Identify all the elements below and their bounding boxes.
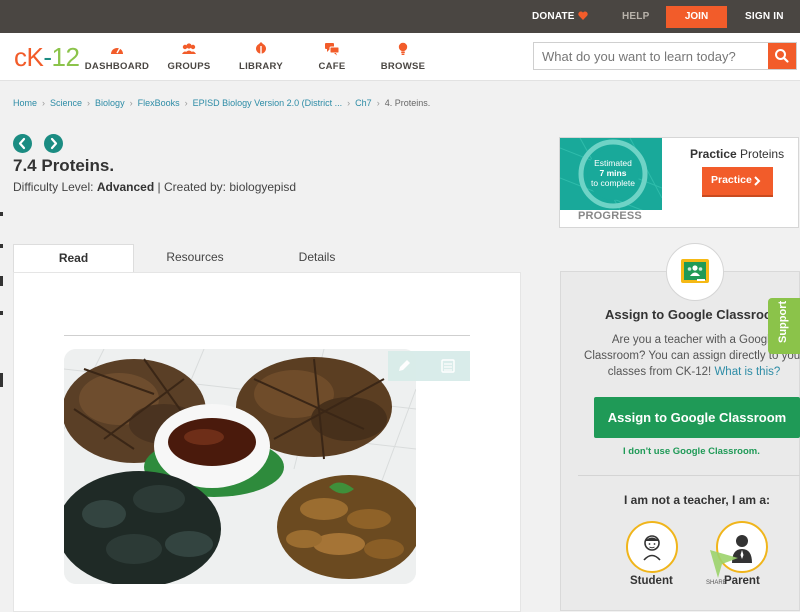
progress-panel: Estimated 7 mins to complete bbox=[560, 138, 662, 210]
tab-resources[interactable]: Resources bbox=[135, 244, 255, 272]
notes-icon[interactable] bbox=[440, 358, 456, 374]
edge-mark bbox=[0, 212, 3, 216]
search-button[interactable] bbox=[768, 43, 796, 69]
practice-title-prefix: Practice bbox=[690, 147, 737, 161]
breadcrumb-flexbooks[interactable]: FlexBooks bbox=[138, 98, 180, 108]
edge-mark bbox=[0, 311, 3, 315]
nav-groups-label: GROUPS bbox=[167, 61, 211, 72]
nav-browse[interactable]: BROWSE bbox=[363, 42, 443, 72]
google-classroom-icon bbox=[681, 259, 709, 283]
nav-browse-label: BROWSE bbox=[380, 61, 426, 72]
ck12-logo[interactable]: cK-12 bbox=[14, 42, 80, 72]
edge-mark bbox=[0, 373, 3, 387]
previous-button[interactable] bbox=[13, 134, 32, 153]
chevron-right-icon bbox=[754, 176, 761, 186]
sign-in-link[interactable]: SIGN IN bbox=[745, 0, 784, 33]
progress-label: PROGRESS bbox=[578, 210, 642, 222]
nav-dashboard-label: DASHBOARD bbox=[84, 61, 150, 72]
nav-library-label: LIBRARY bbox=[239, 61, 283, 72]
student-icon bbox=[643, 535, 661, 561]
assign-line-2: Classroom? You can assign directly to yo… bbox=[584, 350, 800, 362]
assign-line-3: classes from CK-12! bbox=[607, 366, 712, 378]
library-icon bbox=[256, 42, 266, 54]
groups-icon bbox=[182, 43, 196, 54]
assign-title: Assign to Google Classroom bbox=[605, 307, 784, 322]
help-link[interactable]: HELP bbox=[622, 0, 649, 33]
estimated-label: Estimated bbox=[594, 158, 632, 168]
chevron-right-icon: › bbox=[184, 98, 188, 108]
nav-groups[interactable]: GROUPS bbox=[149, 42, 229, 72]
support-tab[interactable]: Support bbox=[768, 298, 800, 354]
practice-title-topic: Proteins bbox=[740, 147, 785, 161]
breadcrumb-home[interactable]: Home bbox=[13, 98, 37, 108]
cafe-icon bbox=[325, 43, 340, 56]
nav-cafe[interactable]: CAFE bbox=[292, 42, 372, 72]
next-button[interactable] bbox=[44, 134, 63, 153]
student-label: Student bbox=[630, 575, 673, 587]
tab-read[interactable]: Read bbox=[13, 244, 134, 273]
search-box bbox=[533, 42, 797, 70]
what-is-this-link[interactable]: What is this? bbox=[714, 366, 780, 378]
assign-description: Are you a teacher with a Google Classroo… bbox=[574, 332, 800, 380]
proteins-photo bbox=[64, 349, 416, 584]
join-button[interactable]: JOIN bbox=[666, 6, 727, 28]
difficulty-value: Advanced bbox=[96, 180, 155, 194]
assign-line-1: Are you a teacher with a Google bbox=[611, 334, 777, 346]
to-complete-label: to complete bbox=[591, 178, 635, 188]
breadcrumb-ch7[interactable]: Ch7 bbox=[355, 98, 372, 108]
logo-num: 12 bbox=[51, 42, 80, 72]
heart-icon bbox=[578, 11, 588, 20]
breadcrumb-biology[interactable]: Biology bbox=[95, 98, 125, 108]
chevron-right-icon: › bbox=[87, 98, 91, 108]
nav-library[interactable]: LIBRARY bbox=[221, 42, 301, 72]
chevron-right-icon: › bbox=[42, 98, 46, 108]
google-classroom-badge bbox=[666, 243, 724, 301]
practice-button[interactable]: Practice bbox=[702, 167, 773, 195]
pencil-icon[interactable] bbox=[396, 358, 412, 374]
nav-dashboard[interactable]: DASHBOARD bbox=[77, 42, 157, 72]
share-icon[interactable] bbox=[708, 548, 740, 580]
page-title: 7.4 Proteins. bbox=[13, 156, 115, 175]
top-bar: DONATE HELP JOIN SIGN IN bbox=[0, 0, 800, 33]
practice-title: Practice Proteins bbox=[690, 147, 784, 161]
donate-link[interactable]: DONATE bbox=[532, 0, 588, 33]
breadcrumb-science[interactable]: Science bbox=[50, 98, 82, 108]
search-input[interactable] bbox=[534, 43, 768, 69]
share-label: SHARE bbox=[706, 580, 727, 586]
support-label: Support bbox=[777, 300, 789, 343]
edge-mark bbox=[0, 244, 3, 248]
difficulty-line: Difficulty Level: Advanced | Created by:… bbox=[13, 180, 296, 194]
logo-ck: cK bbox=[14, 42, 44, 72]
created-by: | Created by: biologyepisd bbox=[157, 180, 297, 194]
edible-insects-image bbox=[64, 349, 416, 584]
nav-cafe-label: CAFE bbox=[318, 61, 346, 72]
student-option[interactable] bbox=[626, 521, 678, 573]
breadcrumb-episd[interactable]: EPISD Biology Version 2.0 (District ... bbox=[193, 98, 343, 108]
chevron-left-icon bbox=[18, 137, 26, 150]
edge-mark bbox=[0, 276, 3, 286]
dashboard-icon bbox=[111, 47, 123, 54]
divider bbox=[578, 475, 800, 476]
donate-label: DONATE bbox=[532, 11, 575, 22]
chevron-right-icon: › bbox=[347, 98, 351, 108]
not-teacher-heading: I am not a teacher, I am a: bbox=[624, 493, 771, 507]
search-icon bbox=[775, 49, 789, 63]
practice-button-label: Practice bbox=[711, 174, 752, 186]
browse-icon bbox=[398, 42, 408, 55]
chevron-right-icon: › bbox=[129, 98, 133, 108]
chevron-right-icon bbox=[50, 137, 58, 150]
breadcrumb: Home › Science › Biology › FlexBooks › EPISD Bio… bbox=[13, 98, 430, 108]
image-toolbar bbox=[388, 351, 470, 381]
difficulty-label: Difficulty Level: bbox=[13, 180, 94, 194]
breadcrumb-current: 4. Proteins. bbox=[384, 98, 431, 108]
tab-details[interactable]: Details bbox=[257, 244, 377, 272]
divider bbox=[64, 335, 470, 336]
dont-use-google-classroom-link[interactable]: I don't use Google Classroom. bbox=[623, 446, 760, 457]
logo-dash: - bbox=[43, 42, 52, 72]
assign-google-classroom-button[interactable]: Assign to Google Classroom bbox=[594, 397, 800, 438]
estimated-mins: 7 mins bbox=[599, 168, 627, 178]
chevron-right-icon: › bbox=[376, 98, 380, 108]
